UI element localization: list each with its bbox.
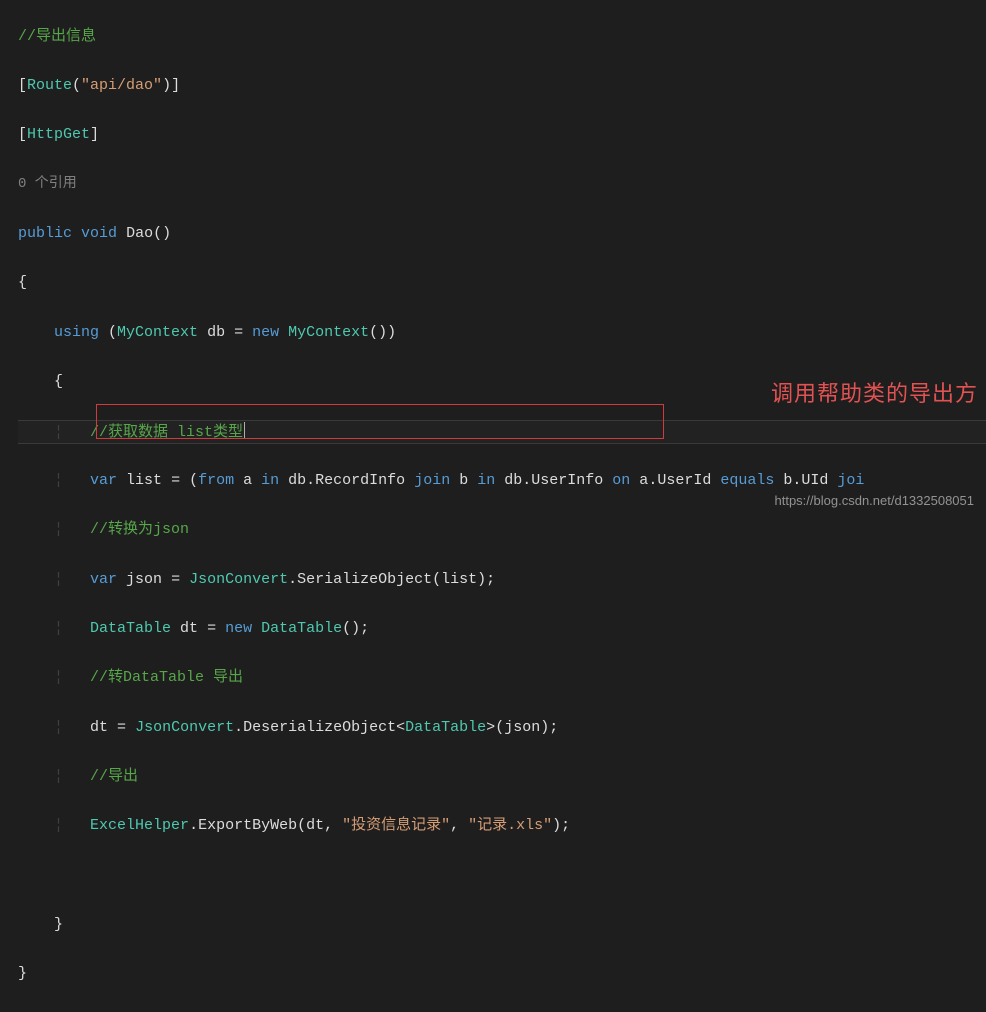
text-cursor [243,424,245,441]
code-line: ¦ //导出 [18,765,986,790]
code-line: } [18,913,986,938]
annotation-text: 调用帮助类的导出方 [771,376,978,412]
comment: //导出信息 [18,28,96,45]
code-line [18,864,986,889]
code-line: ¦ dt = JsonConvert.DeserializeObject<Dat… [18,716,986,741]
code-line: using (MyContext db = new MyContext()) [18,321,986,346]
code-line: { [18,271,986,296]
code-line: ¦ DataTable dt = new DataTable(); [18,617,986,642]
code-line: } [18,962,986,987]
code-line: ¦ ExcelHelper.ExportByWeb(dt, "投资信息记录", … [18,814,986,839]
code-line: [Route("api/dao")] [18,74,986,99]
code-line-active: ¦ //获取数据 list类型 [18,420,986,445]
code-line: ¦ var json = JsonConvert.SerializeObject… [18,568,986,593]
watermark-text: https://blog.csdn.net/d1332508051 [775,490,975,511]
code-line: ¦ //转换为json [18,518,986,543]
code-line: //导出信息 [18,25,986,50]
code-line: public void Dao() [18,222,986,247]
code-line: [HttpGet] [18,123,986,148]
codelens-references[interactable]: 0 个引用 [18,173,986,198]
code-line: ¦ //转DataTable 导出 [18,666,986,691]
